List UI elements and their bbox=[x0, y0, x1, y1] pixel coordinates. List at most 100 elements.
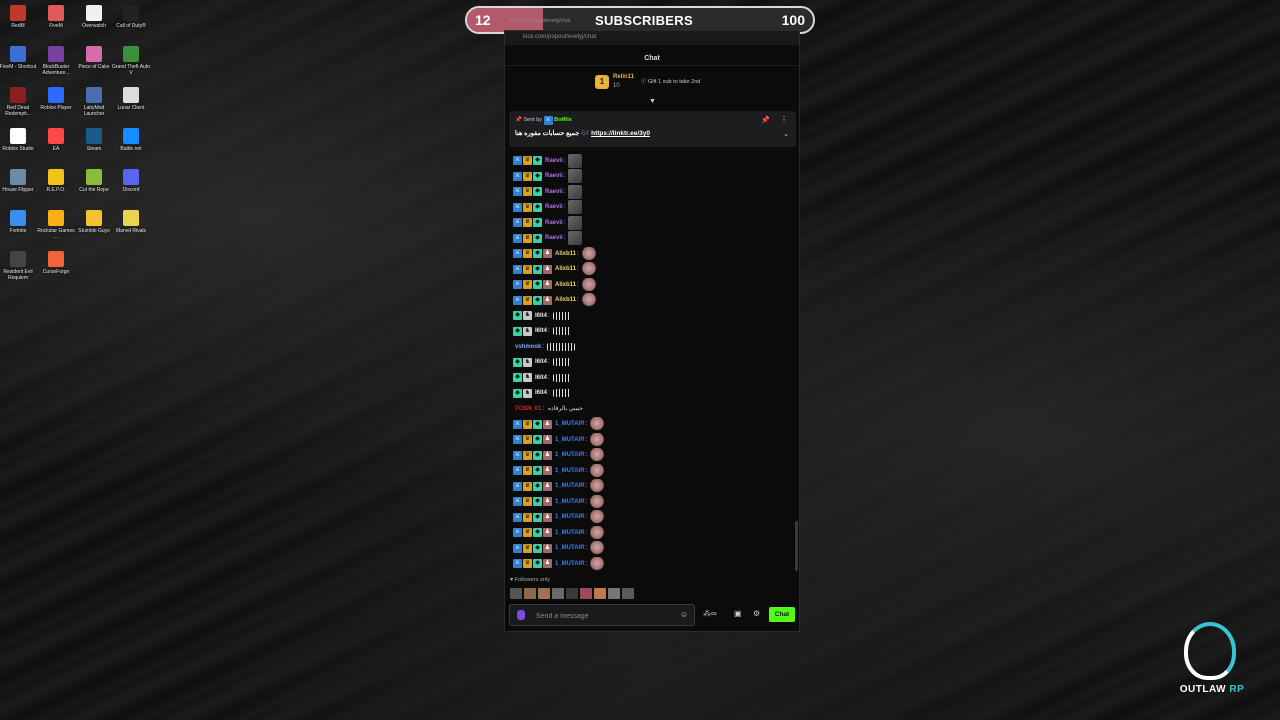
chat-username[interactable]: l6lt4 bbox=[535, 359, 547, 365]
chat-username[interactable]: 1_MUTAIR bbox=[555, 561, 585, 567]
desktop-shortcut[interactable]: Red Dead Redempti... bbox=[0, 87, 38, 117]
chat-username[interactable]: l6lt4 bbox=[535, 328, 547, 334]
app-icon bbox=[86, 210, 102, 226]
chat-username[interactable]: Raevii bbox=[545, 220, 563, 226]
desktop-shortcut[interactable]: EA bbox=[36, 128, 76, 152]
chat-username[interactable]: Alixb11 bbox=[555, 297, 576, 303]
leaderboard-rank-badge: 1 bbox=[595, 75, 609, 89]
desktop-shortcut[interactable]: Fortnite bbox=[0, 210, 38, 234]
chat-username[interactable]: l6lt4 bbox=[535, 375, 547, 381]
desktop-shortcut[interactable]: LabyMod Launcher bbox=[74, 87, 114, 117]
bot-name[interactable]: BotRix bbox=[554, 117, 572, 123]
chat-username[interactable]: Raevii bbox=[545, 173, 563, 179]
desktop-shortcut[interactable]: CurseForge bbox=[36, 251, 76, 275]
chat-username[interactable]: l6lt4 bbox=[535, 313, 547, 319]
desktop-shortcut[interactable]: Piece of Cake bbox=[74, 46, 114, 70]
desktop-shortcut[interactable]: Cut the Rope bbox=[74, 169, 114, 193]
desktop-shortcut[interactable]: Grand Theft Auto V bbox=[111, 46, 151, 76]
chat-username[interactable]: 1_MUTAIR bbox=[555, 468, 585, 474]
desktop-shortcut[interactable]: Battle.net bbox=[111, 128, 151, 152]
username-separator: : bbox=[542, 405, 545, 412]
desktop-shortcut[interactable]: Lunar Client bbox=[111, 87, 151, 111]
chat-username[interactable]: Alixb11 bbox=[555, 251, 576, 257]
chat-username[interactable]: 1_MUTAIR bbox=[555, 421, 585, 427]
desktop-shortcut[interactable]: Roblox Studio bbox=[0, 128, 38, 152]
desktop-shortcut[interactable]: Stumble Guys bbox=[74, 210, 114, 234]
emote-quick[interactable] bbox=[594, 588, 606, 599]
user-badge-icon: ⚔ bbox=[513, 156, 522, 166]
gift-icon[interactable]: ▣ bbox=[734, 609, 742, 618]
chat-username[interactable]: 1_MUTAIR bbox=[555, 545, 585, 551]
users-icon[interactable]: ⁂∞ bbox=[703, 609, 717, 618]
desktop-shortcut-label: Rockstar Games ... bbox=[37, 228, 75, 240]
username-separator: : bbox=[563, 173, 566, 180]
send-chat-button[interactable]: Chat bbox=[769, 607, 795, 622]
chat-username[interactable]: 1_MUTAIR bbox=[555, 452, 585, 458]
emote-quick[interactable] bbox=[552, 588, 564, 599]
chat-emote bbox=[590, 525, 605, 540]
chevron-down-icon[interactable]: ▼ bbox=[649, 98, 657, 105]
user-badge-icon: ♟ bbox=[543, 481, 552, 491]
chat-username[interactable]: 1_MUTAIR bbox=[555, 530, 585, 536]
emote-quick[interactable] bbox=[608, 588, 620, 599]
microphone-icon[interactable] bbox=[517, 610, 525, 620]
expand-chevron-icon[interactable]: ⌄ bbox=[783, 130, 789, 138]
desktop-shortcut[interactable]: Marvel Rivals bbox=[111, 210, 151, 234]
message-input-box[interactable]: ☺ bbox=[509, 604, 695, 626]
emoji-icon[interactable]: ☺ bbox=[680, 610, 688, 619]
username-separator: : bbox=[585, 560, 588, 567]
app-icon bbox=[86, 128, 102, 144]
chat-username[interactable]: Raevii bbox=[545, 204, 563, 210]
more-options-icon[interactable]: ⋮ bbox=[780, 115, 788, 124]
app-icon bbox=[123, 128, 139, 144]
chat-username[interactable]: Raevii bbox=[545, 158, 563, 164]
desktop-icons: RedM FiveM Overwatch Call of Duty® FiveM - S… bbox=[0, 0, 160, 300]
user-badge-icon: ♟ bbox=[543, 466, 552, 476]
emote-quick[interactable] bbox=[510, 588, 522, 599]
chat-username[interactable]: vshmook bbox=[515, 344, 541, 350]
chat-username[interactable]: 1_MUTAIR bbox=[555, 483, 585, 489]
url-bar[interactable]: kick.com/popout/evelyj/chat bbox=[505, 31, 799, 45]
chat-username[interactable]: Raevii bbox=[545, 235, 563, 241]
desktop-shortcut[interactable]: Overwatch bbox=[74, 5, 114, 29]
desktop-shortcut[interactable]: Call of Duty® bbox=[111, 5, 151, 29]
desktop-shortcut[interactable]: Roblox Player bbox=[36, 87, 76, 111]
chat-username[interactable]: 1_MUTAIR bbox=[555, 437, 585, 443]
desktop-shortcut[interactable]: R.E.P.O. bbox=[36, 169, 76, 193]
desktop-shortcut[interactable]: Resident Evil Requiem bbox=[0, 251, 38, 281]
emote-quick[interactable] bbox=[538, 588, 550, 599]
user-badge-icon: ♟ bbox=[543, 264, 552, 274]
desktop-shortcut[interactable]: FiveM bbox=[36, 5, 76, 29]
chat-scrollbar[interactable] bbox=[795, 521, 798, 571]
chat-username[interactable]: Alixb11 bbox=[555, 282, 576, 288]
pinned-link[interactable]: https://linktr.ee/3y0 bbox=[591, 130, 650, 137]
chat-username[interactable]: Raevii bbox=[545, 189, 563, 195]
desktop-shortcut[interactable]: House Flipper bbox=[0, 169, 38, 193]
desktop-shortcut[interactable]: Discord bbox=[111, 169, 151, 193]
gear-icon[interactable]: ⚙ bbox=[753, 609, 760, 618]
chat-message-text: حبيبي بالرقاده bbox=[548, 406, 583, 413]
chat-username[interactable]: l6lt4 bbox=[535, 390, 547, 396]
chat-username[interactable]: 1_MUTAIR bbox=[555, 499, 585, 505]
logo-mark bbox=[1184, 622, 1236, 680]
emote-quick[interactable] bbox=[622, 588, 634, 599]
unpin-icon[interactable]: 📌 bbox=[761, 116, 770, 124]
chat-username[interactable]: 1_MUTAIR bbox=[555, 514, 585, 520]
desktop-shortcut[interactable]: BlockBuster Adventure... bbox=[36, 46, 76, 76]
chat-message-row: ⚔ ♛ ◆ ♟ Alixb11: bbox=[513, 262, 783, 278]
username-separator: : bbox=[585, 498, 588, 505]
desktop-shortcut[interactable]: FiveM - Shortcut bbox=[0, 46, 38, 70]
emote-quick[interactable] bbox=[524, 588, 536, 599]
user-badge-icon: ♛ bbox=[523, 435, 532, 445]
desktop-shortcut[interactable]: Rockstar Games ... bbox=[36, 210, 76, 240]
chat-username[interactable]: 7OSN_01 bbox=[515, 406, 541, 412]
emote-quick[interactable] bbox=[580, 588, 592, 599]
chat-message-row: ⚔ ♛ ◆ ♟ 1_MUTAIR: bbox=[513, 463, 783, 479]
user-badge-icon: ♟ bbox=[543, 497, 552, 507]
desktop-shortcut[interactable]: Steam bbox=[74, 128, 114, 152]
emote-quick[interactable] bbox=[566, 588, 578, 599]
user-badge-icon: ♟ bbox=[543, 419, 552, 429]
message-input[interactable] bbox=[534, 609, 678, 623]
desktop-shortcut[interactable]: RedM bbox=[0, 5, 38, 29]
chat-username[interactable]: Alixb11 bbox=[555, 266, 576, 272]
